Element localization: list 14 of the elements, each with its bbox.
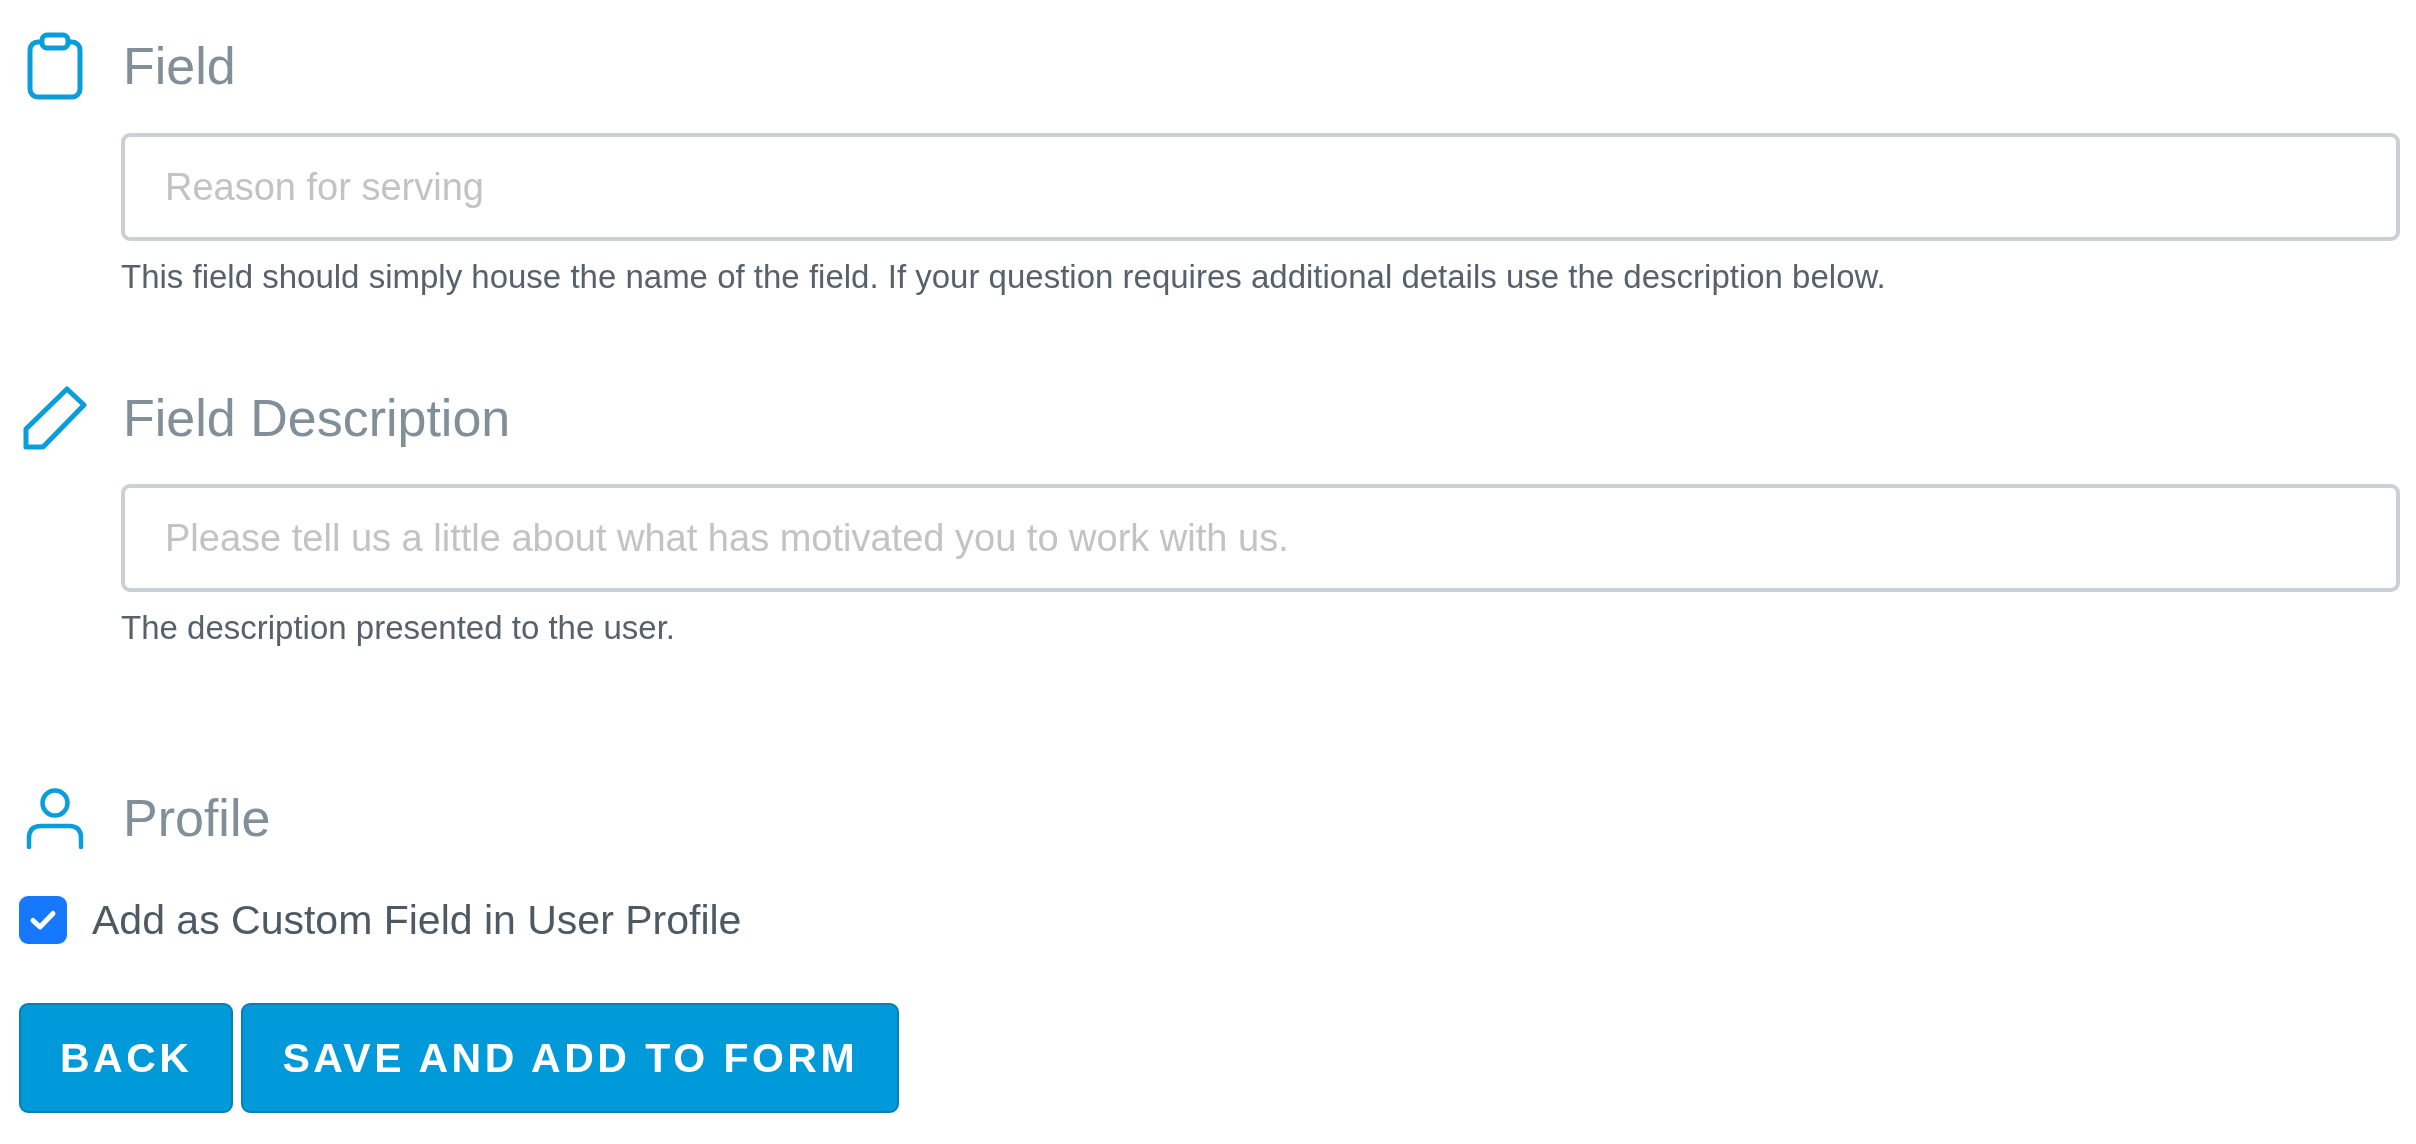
back-button[interactable]: BACK	[19, 1003, 234, 1113]
input-field[interactable]: Reason for serving	[121, 133, 2400, 241]
input-field[interactable]: Please tell us a little about what has motivated you to work with us.	[121, 484, 2400, 592]
help-text: The description presented to the user.	[121, 608, 675, 648]
checkbox[interactable]	[19, 896, 67, 944]
pencil-icon	[23, 386, 87, 450]
clipboard-icon	[27, 32, 83, 100]
checkbox-label: Add as Custom Field in User Profile	[92, 896, 742, 944]
section-heading: Field Description	[122, 388, 511, 449]
section-heading: Field	[122, 36, 236, 97]
help-text: This field should simply house the name of the field. If your question requires additional details use the description below.	[121, 257, 1886, 297]
person-icon	[26, 786, 84, 850]
section-heading: Profile	[122, 788, 271, 849]
save-button[interactable]: SAVE AND ADD TO FORM	[241, 1003, 900, 1113]
